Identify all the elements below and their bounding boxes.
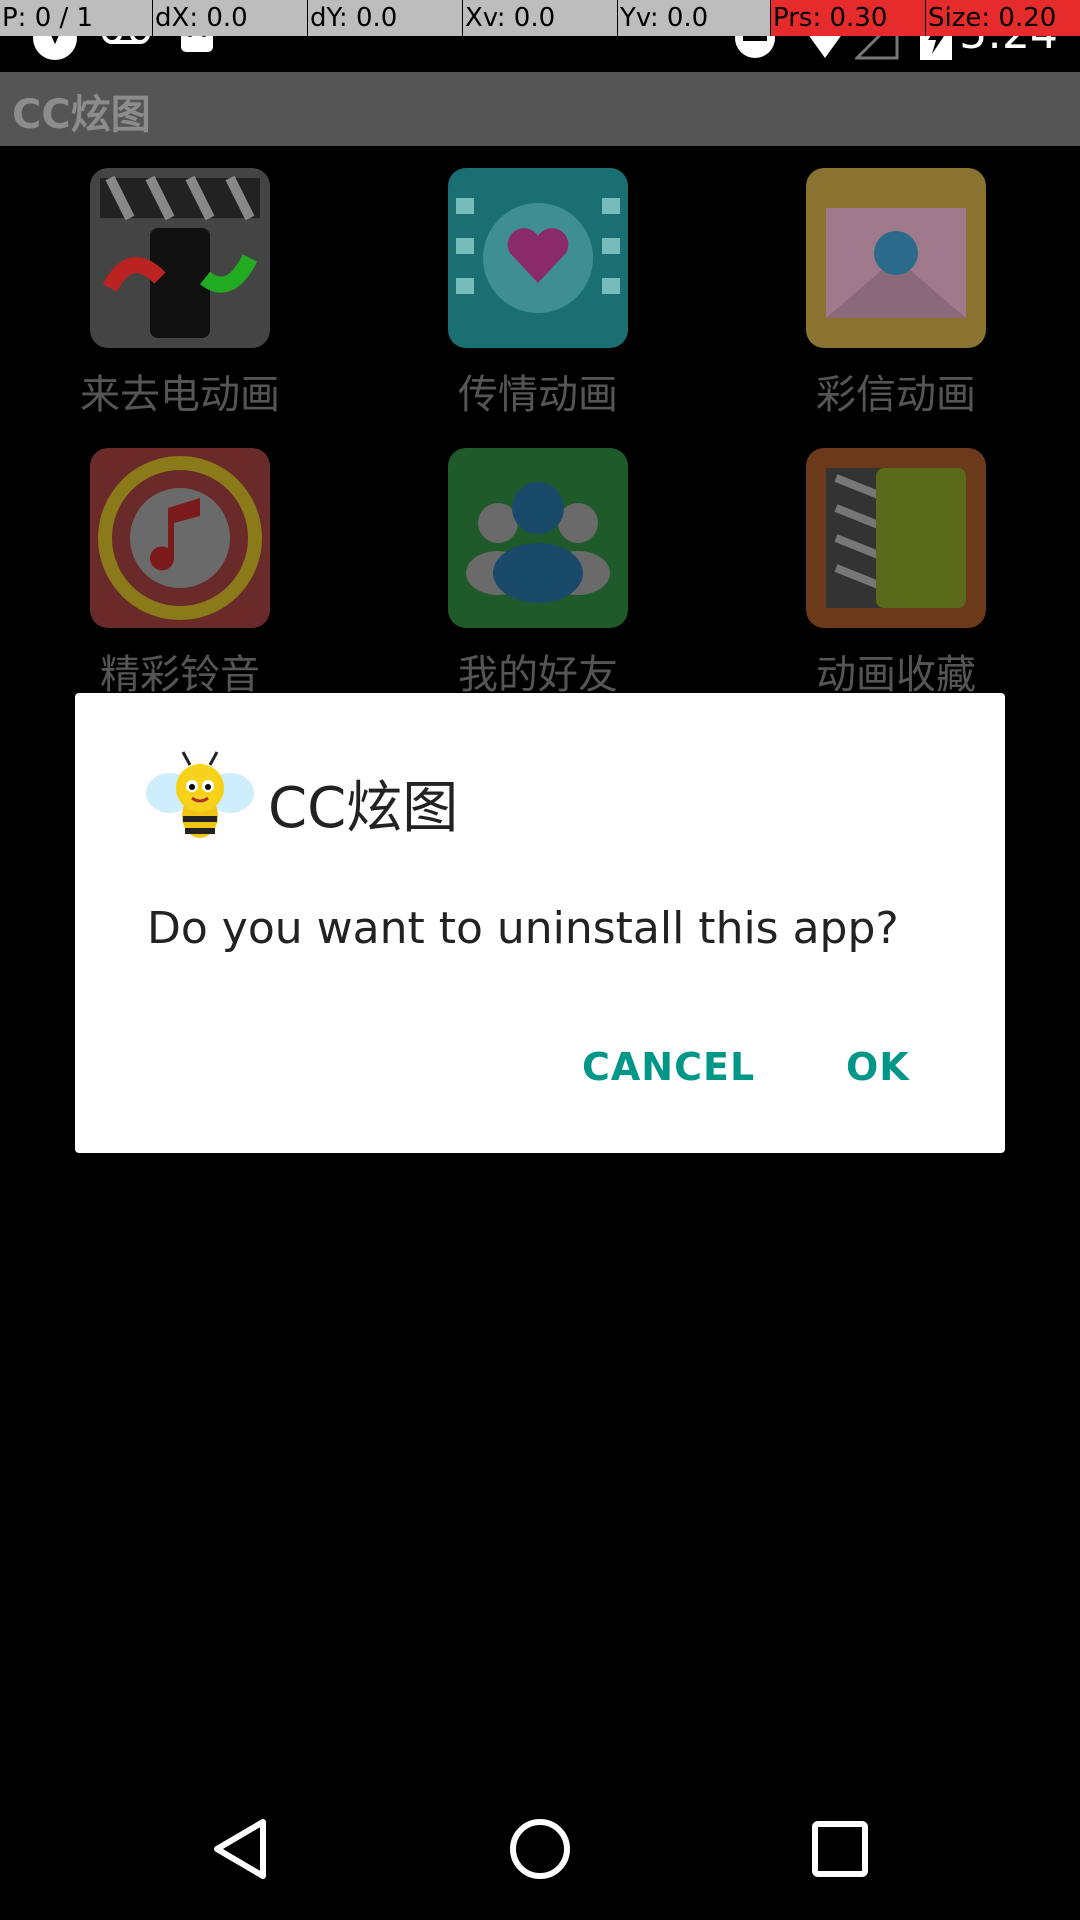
pointer-debug-overlay: P: 0 / 1 dX: 0.0 dY: 0.0 Xv: 0.0 Yv: 0.0… [0,0,1080,36]
debug-size: Size: 0.20 [925,0,1080,36]
app-title: CC炫图 [12,92,151,138]
animation-favorites-icon[interactable] [806,448,986,628]
dialog-title: CC炫图 [268,776,459,841]
debug-pointer-count: P: 0 / 1 [2,3,94,33]
debug-dx: dX: 0.0 [152,0,307,36]
grid-label-incoming-call: 来去电动画 [80,372,280,418]
grid-label-mms-animation: 彩信动画 [816,372,976,418]
navigation-bar [0,1776,1080,1920]
debug-yv: Yv: 0.0 [617,0,770,36]
app-bar: CC炫图 [0,72,1080,146]
cancel-button[interactable]: CANCEL [582,1045,755,1089]
debug-xv: Xv: 0.0 [462,0,617,36]
love-animation-icon[interactable] [448,168,628,348]
bee-app-icon [146,751,254,838]
friends-icon[interactable] [448,448,628,628]
ringtone-icon[interactable] [90,448,270,628]
grid-label-favorites: 动画收藏 [816,652,976,698]
grid-label-love-animation: 传情动画 [458,372,618,418]
grid-label-friends: 我的好友 [458,652,618,698]
debug-pressure: Prs: 0.30 [770,0,925,36]
mms-animation-icon[interactable] [806,168,986,348]
dialog-message: Do you want to uninstall this app? [147,903,899,954]
grid-label-ringtone: 精彩铃音 [100,652,260,698]
home-icon[interactable] [505,1814,575,1884]
incoming-call-animation-icon[interactable] [90,168,270,348]
back-icon[interactable] [205,1814,275,1884]
uninstall-dialog: CC炫图 Do you want to uninstall this app? … [75,693,1005,1153]
recents-icon[interactable] [805,1814,875,1884]
debug-dy: dY: 0.0 [307,0,462,36]
ok-button[interactable]: OK [846,1045,910,1089]
